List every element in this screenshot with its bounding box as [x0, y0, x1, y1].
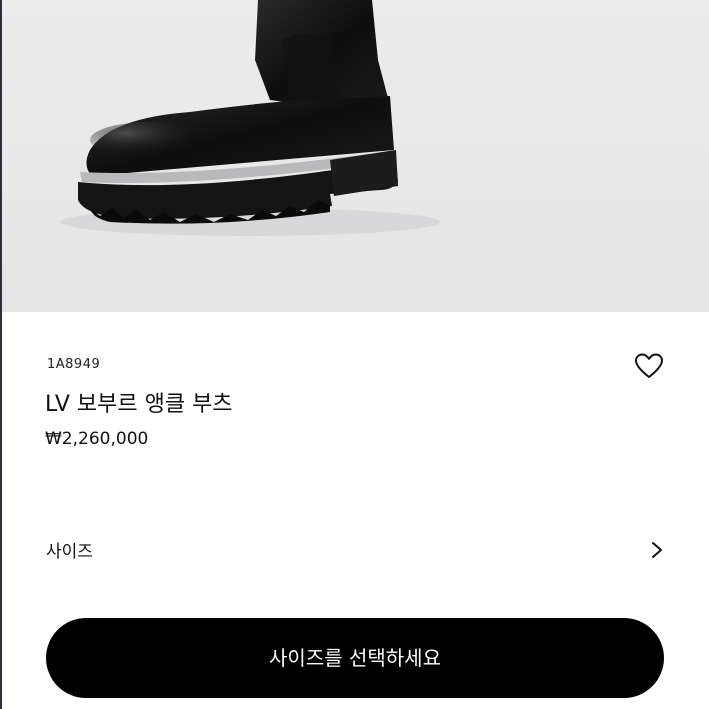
heart-outline-icon	[635, 353, 663, 378]
product-sku: 1A8949	[47, 357, 101, 372]
wishlist-heart-icon[interactable]	[634, 352, 664, 380]
size-label: 사이즈	[46, 542, 93, 562]
product-price: ₩2,260,000	[45, 429, 149, 449]
select-size-button[interactable]: 사이즈를 선택하세요	[46, 618, 664, 698]
product-image	[0, 0, 709, 312]
product-title: LV 보부르 앵클 부츠	[45, 392, 233, 417]
left-edge-rule	[0, 0, 2, 709]
chevron-right-icon	[652, 542, 662, 558]
boot-illustration	[0, 0, 709, 312]
size-selector-row[interactable]: 사이즈	[0, 524, 709, 574]
